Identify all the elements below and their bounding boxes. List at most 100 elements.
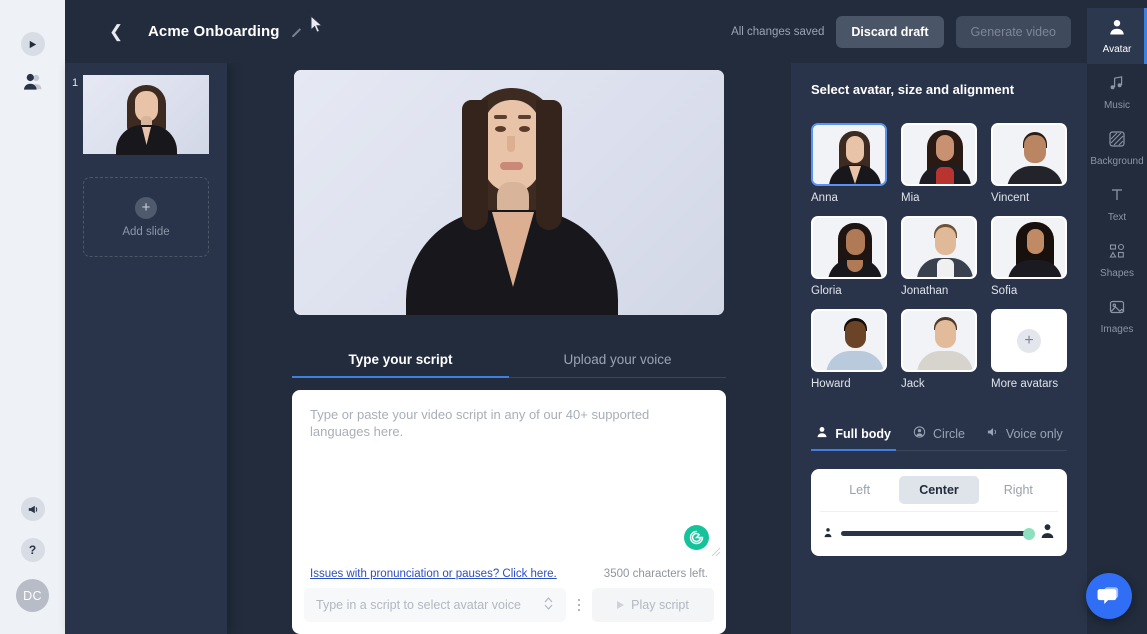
avatar-name: Gloria: [811, 285, 842, 297]
avatar-thumbnail: [901, 216, 977, 279]
tab-full-body[interactable]: Full body: [811, 417, 897, 451]
more-avatars-tile: +: [991, 309, 1067, 372]
plus-icon: +: [1017, 328, 1041, 353]
slide-item[interactable]: 1: [72, 75, 209, 155]
grammarly-icon[interactable]: [684, 525, 709, 550]
generate-video-button[interactable]: Generate video: [955, 15, 1071, 48]
script-card: Type or paste your video script in any o…: [292, 390, 726, 634]
add-slide-label: Add slide: [122, 225, 170, 238]
image-icon: [1108, 298, 1126, 319]
circle-person-icon: [913, 426, 926, 441]
avatar-name: Jack: [901, 378, 925, 390]
avatar[interactable]: DC: [16, 579, 49, 612]
resize-grip-icon[interactable]: [711, 544, 721, 562]
tool-images-label: Images: [1100, 323, 1134, 335]
script-tabs: Type your script Upload your voice: [292, 341, 726, 378]
tool-shapes-label: Shapes: [1100, 267, 1134, 279]
discard-draft-button[interactable]: Discard draft: [836, 15, 944, 48]
shapes-icon: [1108, 242, 1126, 263]
tab-voice-only-label: Voice only: [1005, 426, 1063, 441]
settings-panel-title: Select avatar, size and alignment: [811, 82, 1015, 97]
align-left-button[interactable]: Left: [820, 476, 899, 504]
person-icon: [816, 426, 828, 441]
avatar-thumbnail: [811, 123, 887, 186]
plus-icon: +: [135, 196, 157, 219]
slider-thumb[interactable]: [1023, 527, 1035, 540]
more-avatars-label: More avatars: [991, 378, 1059, 390]
avatar-grid: Anna Mia Vincent Gloria Jonathan Sofia H…: [811, 123, 1067, 390]
avatar-name: Mia: [901, 192, 920, 204]
tab-circle[interactable]: Circle: [896, 417, 981, 450]
avatar-name: Sofia: [991, 285, 1018, 297]
avatar-option-sofia[interactable]: Sofia: [991, 216, 1067, 297]
stripes-icon: [1108, 130, 1126, 151]
tool-text[interactable]: Text: [1087, 176, 1147, 232]
align-right-button[interactable]: Right: [979, 476, 1058, 504]
main-area: ❮ Acme Onboarding All changes saved Disc…: [65, 0, 1087, 634]
tool-avatar-label: Avatar: [1102, 43, 1132, 55]
play-script-button[interactable]: Play script: [592, 588, 714, 622]
add-slide-button[interactable]: + Add slide: [83, 177, 209, 257]
preview-avatar: [294, 70, 724, 315]
avatar-option-mia[interactable]: Mia: [901, 123, 977, 204]
header-actions: All changes saved Discard draft Generate…: [731, 15, 1071, 48]
pencil-icon[interactable]: [290, 25, 304, 39]
text-t-icon: [1108, 186, 1126, 207]
tool-shapes[interactable]: Shapes: [1087, 232, 1147, 288]
tab-full-body-label: Full body: [835, 426, 891, 441]
alignment-segmented-control: Left Center Right: [820, 476, 1058, 512]
person-small-icon: [823, 525, 833, 543]
music-note-icon: [1108, 74, 1126, 95]
characters-left-label: 3500 characters left.: [603, 568, 708, 580]
size-slider[interactable]: [841, 527, 1035, 540]
slide-thumbnail[interactable]: [83, 75, 209, 155]
size-slider-row: [820, 512, 1058, 546]
avatar-option-gloria[interactable]: Gloria: [811, 216, 887, 297]
avatar-name: Jonathan: [901, 285, 949, 297]
back-button[interactable]: ❮: [109, 22, 125, 42]
avatar-option-jonathan[interactable]: Jonathan: [901, 216, 977, 297]
tool-music-label: Music: [1103, 99, 1131, 111]
tab-type-script[interactable]: Type your script: [292, 341, 509, 378]
tab-upload-voice[interactable]: Upload your voice: [509, 341, 726, 377]
avatar-thumbnail: [811, 309, 887, 372]
chevron-updown-icon: [543, 596, 554, 614]
video-preview[interactable]: [294, 70, 724, 315]
megaphone-icon[interactable]: [20, 497, 45, 521]
script-footer: Issues with pronunciation or pauses? Cli…: [292, 568, 726, 588]
users-icon[interactable]: [21, 70, 45, 94]
more-avatars-button[interactable]: + More avatars: [991, 309, 1067, 390]
align-center-button[interactable]: Center: [899, 476, 979, 504]
left-nav-rail: ? DC: [0, 0, 65, 634]
avatar-option-vincent[interactable]: Vincent: [991, 123, 1067, 204]
tab-voice-only[interactable]: Voice only: [982, 417, 1067, 450]
chat-bubble-icon[interactable]: [1086, 573, 1132, 619]
speaker-icon: [986, 426, 999, 441]
app-root: ? DC ❮ Acme Onboarding All changes saved…: [0, 0, 1147, 634]
top-header: ❮ Acme Onboarding All changes saved Disc…: [65, 0, 1087, 63]
avatar-thumbnail: [811, 216, 887, 279]
avatar-thumbnail: [991, 216, 1067, 279]
center-editor: Type your script Upload your voice Type …: [227, 63, 791, 634]
voice-row: Type in a script to select avatar voice: [292, 588, 726, 634]
pronunciation-link[interactable]: Issues with pronunciation or pauses? Cli…: [310, 568, 557, 580]
slides-panel: 1 + Add slide: [65, 63, 227, 634]
avatar-mode-tabs: Full body Circle Voice only: [811, 417, 1067, 451]
voice-select[interactable]: Type in a script to select avatar voice: [304, 588, 566, 622]
avatar-option-howard[interactable]: Howard: [811, 309, 887, 390]
script-textarea[interactable]: Type or paste your video script in any o…: [292, 390, 726, 568]
more-vertical-icon[interactable]: [566, 598, 592, 612]
tool-background[interactable]: Background: [1087, 120, 1147, 176]
avatar-thumbnail: [991, 123, 1067, 186]
play-icon: [617, 601, 625, 609]
question-mark-icon[interactable]: ?: [20, 538, 45, 562]
tool-avatar[interactable]: Avatar: [1087, 8, 1147, 64]
play-circle-icon[interactable]: [20, 32, 45, 56]
tool-images[interactable]: Images: [1087, 288, 1147, 344]
alignment-card: Left Center Right: [811, 469, 1067, 556]
person-icon: [1108, 18, 1126, 39]
tool-music[interactable]: Music: [1087, 64, 1147, 120]
avatar-option-anna[interactable]: Anna: [811, 123, 887, 204]
avatar-option-jack[interactable]: Jack: [901, 309, 977, 390]
slide-number: 1: [72, 77, 79, 89]
